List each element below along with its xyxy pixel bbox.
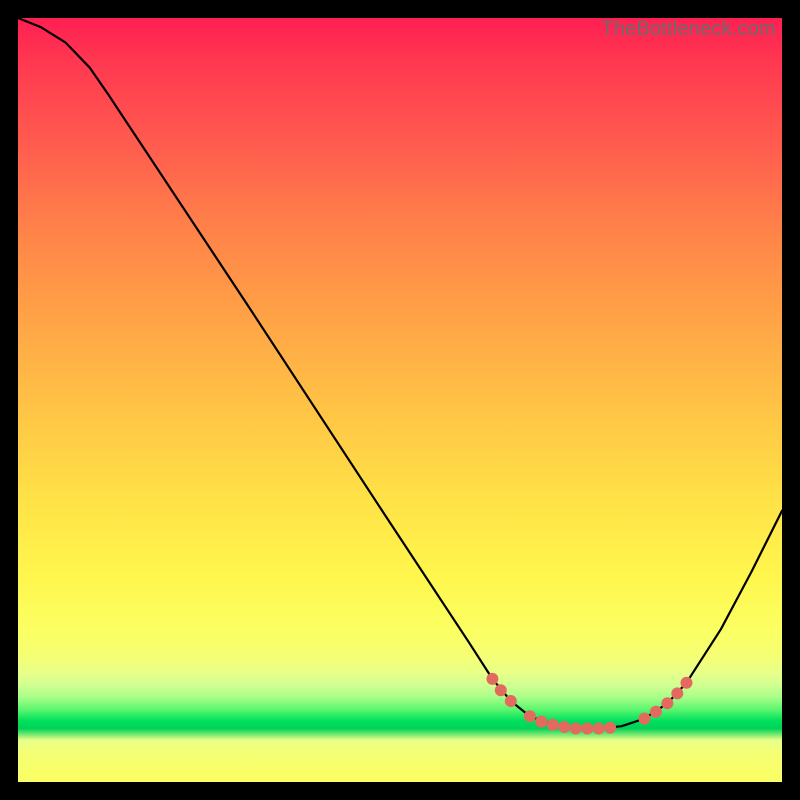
bottleneck-curve <box>18 18 782 729</box>
highlight-dot <box>671 687 683 699</box>
plot-area: TheBottleneck.com <box>18 18 782 782</box>
highlight-dot <box>486 673 498 685</box>
chart-frame: TheBottleneck.com <box>0 0 800 800</box>
highlight-dot <box>495 684 507 696</box>
highlight-dot <box>581 723 593 735</box>
highlight-dot <box>505 695 517 707</box>
highlight-dot <box>524 710 536 722</box>
highlight-dots <box>486 673 692 735</box>
highlight-dot <box>593 723 605 735</box>
highlight-dot <box>558 721 570 733</box>
highlight-dot <box>650 706 662 718</box>
highlight-dot <box>639 713 651 725</box>
highlight-dot <box>570 723 582 735</box>
watermark-text: TheBottleneck.com <box>601 18 776 41</box>
highlight-dot <box>661 697 673 709</box>
highlight-dot <box>681 677 693 689</box>
curve-layer <box>18 18 782 782</box>
highlight-dot <box>547 719 559 731</box>
highlight-dot <box>535 716 547 728</box>
highlight-dot <box>604 722 616 734</box>
